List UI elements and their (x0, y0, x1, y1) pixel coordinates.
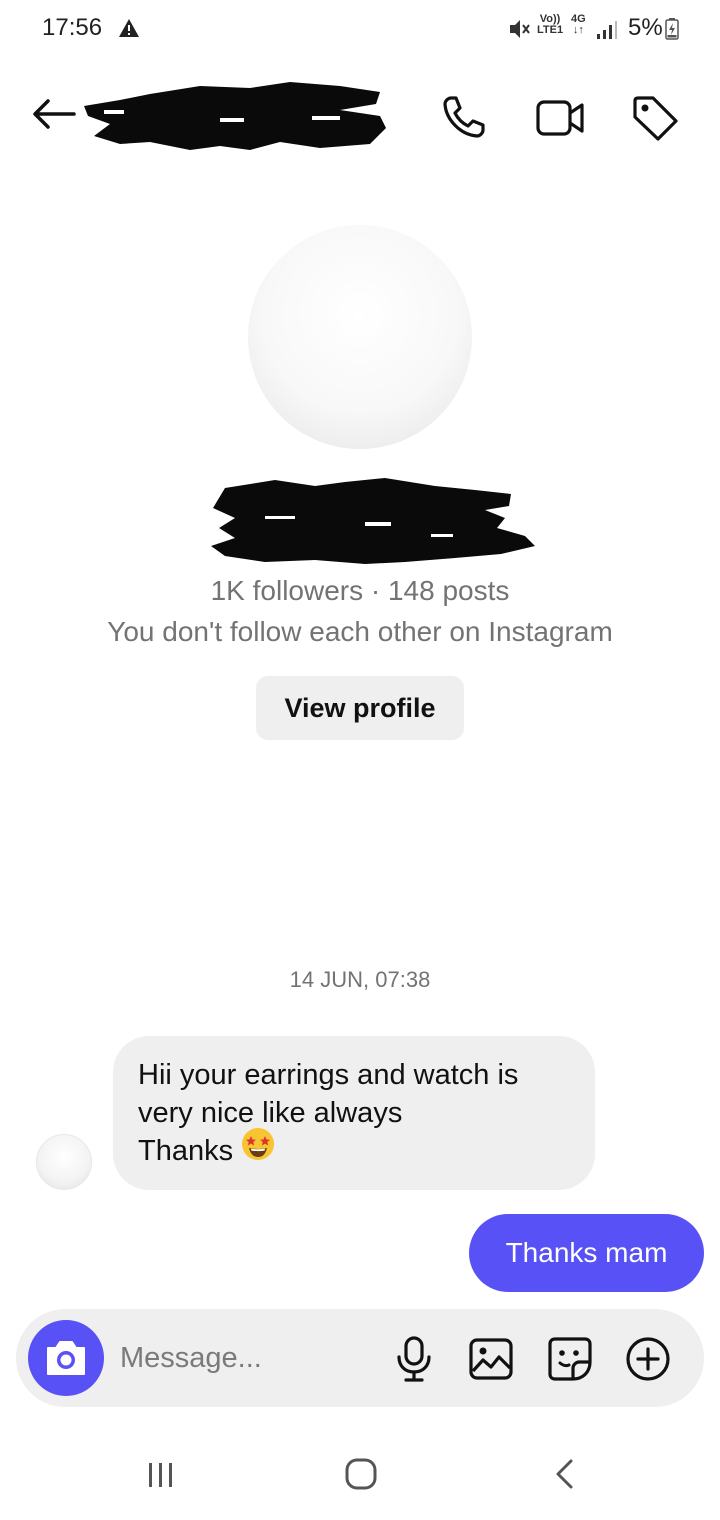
status-bar: 17:56 Vo)) LTE1 4G ↓↑ 5% (0, 0, 720, 62)
message-line: Hii your earrings and watch is (138, 1059, 519, 1091)
camera-button[interactable] (28, 1320, 104, 1396)
gallery-icon[interactable] (468, 1337, 514, 1386)
follow-status-note: You don't follow each other on Instagram (107, 616, 613, 647)
battery-percent: 5% (628, 14, 663, 41)
status-time: 17:56 (42, 14, 103, 41)
message-timestamp: 14 JUN, 07:38 (289, 967, 431, 992)
message-line-last: Thanks (138, 1128, 571, 1171)
message-composer (16, 1309, 704, 1407)
camera-icon (47, 1341, 85, 1375)
chat-header (0, 78, 720, 158)
home-icon[interactable] (345, 1458, 377, 1495)
video-camera-icon[interactable] (535, 96, 587, 145)
message-line: very nice like always (138, 1097, 403, 1129)
microphone-icon[interactable] (393, 1335, 435, 1388)
message-line-text: Thanks (138, 1135, 234, 1167)
net-arrows: ↓↑ (572, 24, 584, 36)
redacted-full-name (205, 476, 541, 577)
dm-screen: 17:56 Vo)) LTE1 4G ↓↑ 5% 1K followers · … (0, 0, 720, 1520)
phone-icon[interactable] (440, 93, 488, 146)
network-4g-indicator: 4G ↓↑ (571, 14, 586, 36)
redacted-username (80, 80, 392, 157)
sender-avatar[interactable] (36, 1134, 92, 1190)
volte-indicator: Vo)) LTE1 (537, 14, 563, 36)
view-profile-button[interactable]: View profile (256, 676, 464, 740)
battery-icon (665, 18, 679, 45)
star-struck-emoji-icon (241, 1127, 275, 1171)
profile-avatar[interactable] (248, 225, 472, 449)
outgoing-message-bubble[interactable]: Thanks mam (469, 1214, 704, 1292)
message-input[interactable] (120, 1333, 380, 1383)
plus-icon[interactable] (625, 1336, 671, 1387)
back-arrow-icon[interactable] (30, 96, 76, 137)
mute-icon (508, 18, 532, 45)
signal-icon (596, 20, 618, 45)
tag-icon[interactable] (630, 93, 680, 148)
volte-bottom: LTE1 (537, 24, 564, 36)
profile-stats: 1K followers · 148 posts (210, 575, 510, 606)
nav-back-icon[interactable] (553, 1458, 575, 1495)
warning-icon (118, 18, 140, 43)
sticker-icon[interactable] (547, 1336, 593, 1387)
incoming-message-bubble[interactable]: Hii your earrings and watch is very nice… (113, 1036, 595, 1190)
recents-icon[interactable] (146, 1460, 176, 1495)
